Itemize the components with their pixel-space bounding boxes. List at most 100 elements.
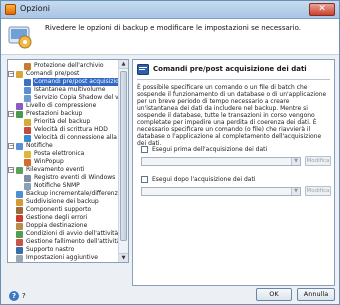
tree-item-label: Velocità di connessione alla rete: [34, 134, 129, 141]
tree-item[interactable]: Gestione fallimento dell'attività: [16, 238, 121, 246]
tree-item-icon: [24, 182, 31, 190]
tree-item[interactable]: Suddivisione dei backup: [16, 198, 100, 206]
tree-item-label: Comandi pre/post: [26, 70, 80, 77]
tree-item-label: Suddivisione dei backup: [26, 198, 99, 205]
options-gear-icon: [8, 26, 32, 49]
tree-item[interactable]: Componenti supporto: [16, 206, 92, 214]
tree-item-icon: [24, 174, 31, 182]
tree-item-icon: [16, 190, 23, 198]
chevron-down-icon[interactable]: ▼: [291, 188, 300, 195]
tree-item-label: Gestione degli errori: [26, 214, 88, 221]
tree-scrollbar[interactable]: ▲ ▼: [118, 60, 128, 262]
tree-item[interactable]: Notifiche: [16, 142, 54, 150]
tree-item-label: WinPopup: [34, 158, 64, 165]
scroll-down-icon[interactable]: ▼: [119, 253, 128, 262]
tree-item-label: Notifiche SNMP: [34, 182, 80, 189]
tree-item-icon: [24, 134, 31, 142]
options-window: Opzioni ✕ Rivedere le opzioni di backup …: [0, 0, 340, 305]
tree-item-icon: [16, 110, 23, 118]
tree-item-label: Componenti supporto: [26, 206, 92, 213]
cancel-button[interactable]: Annulla: [297, 288, 335, 301]
tree-item[interactable]: Doppia destinazione: [16, 222, 88, 230]
tree-item[interactable]: Registro eventi di Windows: [24, 174, 116, 182]
panel-title: Comandi pre/post acquisizione dei dati: [153, 65, 307, 73]
before-modify-button[interactable]: Modifica: [305, 156, 331, 166]
app-icon: [5, 4, 16, 15]
panel-divider: [137, 79, 330, 80]
before-capture-checkbox[interactable]: [141, 146, 148, 153]
tree-item-icon: [16, 214, 23, 222]
tree-item-label: Impostazioni aggiuntive: [26, 254, 98, 261]
tree-item[interactable]: Gestione degli errori: [16, 214, 88, 222]
tree-item-icon: [24, 126, 31, 134]
tree-item-label: Servizio Copia Shadow del volume Microso…: [34, 94, 128, 101]
tree-expander-icon[interactable]: −: [8, 111, 14, 117]
header-text: Rivedere le opzioni di backup e modifica…: [45, 24, 301, 32]
tree-item-icon: [24, 78, 31, 86]
tree-item-label: Posta elettronica: [34, 150, 85, 157]
tree-item[interactable]: Condizioni di avvio dell'attività: [16, 230, 119, 238]
tree-item[interactable]: Prestazioni backup: [16, 110, 83, 118]
tree-item-label: Rilevamento eventi: [26, 166, 85, 173]
tree-item-icon: [24, 62, 31, 70]
after-modify-button[interactable]: Modifica: [305, 186, 331, 196]
after-capture-label: Esegui dopo l'acquisizione dei dati: [152, 176, 256, 183]
tree-item[interactable]: Impostazioni aggiuntive: [16, 254, 99, 262]
tree-item[interactable]: Velocità di scrittura HDD: [24, 126, 109, 134]
after-capture-checkbox[interactable]: [141, 176, 148, 183]
help-label[interactable]: ?: [22, 292, 26, 300]
tree-item[interactable]: Velocità di connessione alla rete: [24, 134, 129, 142]
tree-item-label: Velocità di scrittura HDD: [34, 126, 108, 133]
tree-item-icon: [24, 158, 31, 166]
tree-item-icon: [24, 94, 31, 102]
tree-item-icon: [16, 206, 23, 214]
tree-item[interactable]: Istantanea multivolume: [24, 86, 106, 94]
tree-item-label: Backup incrementale/differenziale rapido: [26, 190, 129, 197]
chevron-down-icon[interactable]: ▼: [291, 158, 300, 165]
after-command-combo[interactable]: ▼: [141, 187, 301, 196]
tree-items: Protezione dell'archivio − Comandi pre/pos…: [8, 60, 128, 262]
tree-expander-icon[interactable]: −: [8, 167, 14, 173]
tree-item-label: Doppia destinazione: [26, 222, 88, 229]
tree-item[interactable]: Protezione dell'archivio: [24, 62, 105, 70]
tree-item[interactable]: WinPopup: [24, 158, 65, 166]
window-title: Opzioni: [20, 4, 50, 13]
tree-item-label: Gestione fallimento dell'attività: [26, 238, 121, 245]
settings-panel: Comandi pre/post acquisizione dei dati È…: [132, 59, 335, 286]
options-tree[interactable]: Protezione dell'archivio − Comandi pre/pos…: [7, 59, 129, 263]
tree-item-icon: [16, 142, 23, 150]
tree-item-icon: [16, 198, 23, 206]
ok-button[interactable]: OK: [256, 288, 292, 301]
tree-item[interactable]: Rilevamento eventi: [16, 166, 85, 174]
scroll-thumb[interactable]: [120, 71, 127, 241]
tree-item-label: Comandi pre/post acquisizione dei dati: [33, 78, 128, 86]
tree-item-icon: [16, 238, 23, 246]
tree-item[interactable]: Servizio Copia Shadow del volume Microso…: [24, 94, 128, 102]
tree-item-icon: [16, 166, 23, 174]
tree-item[interactable]: Comandi pre/post acquisizione dei dati: [24, 78, 128, 86]
title-bar: Opzioni ✕: [1, 1, 339, 19]
tree-item[interactable]: Backup incrementale/differenziale rapido: [16, 190, 129, 198]
tree-item[interactable]: Priorità del backup: [24, 118, 91, 126]
tree-expander-icon[interactable]: −: [8, 143, 14, 149]
header-panel: Rivedere le opzioni di backup e modifica…: [1, 19, 339, 55]
before-command-combo[interactable]: ▼: [141, 157, 301, 166]
tree-item-icon: [24, 86, 31, 94]
tree-item-icon: [16, 70, 23, 78]
tree-item-label: Prestazioni backup: [26, 110, 83, 117]
close-button[interactable]: ✕: [309, 3, 335, 16]
tree-item[interactable]: Posta elettronica: [24, 150, 85, 158]
tree-item-icon: [24, 150, 31, 158]
scroll-up-icon[interactable]: ▲: [119, 60, 128, 69]
tree-expander-icon[interactable]: −: [8, 71, 14, 77]
tree-item-icon: [16, 246, 23, 254]
tree-item-label: Priorità del backup: [34, 118, 91, 125]
tree-item-label: Protezione dell'archivio: [34, 62, 104, 69]
help-icon[interactable]: ?: [9, 291, 19, 301]
tree-item[interactable]: Comandi pre/post: [16, 70, 80, 78]
tree-item[interactable]: Supporto nastro: [16, 246, 75, 254]
tree-item[interactable]: Notifiche SNMP: [24, 182, 81, 190]
tree-item[interactable]: Livello di compressione: [16, 102, 97, 110]
command-icon: [137, 64, 149, 75]
tree-item-label: Livello di compressione: [26, 102, 97, 109]
